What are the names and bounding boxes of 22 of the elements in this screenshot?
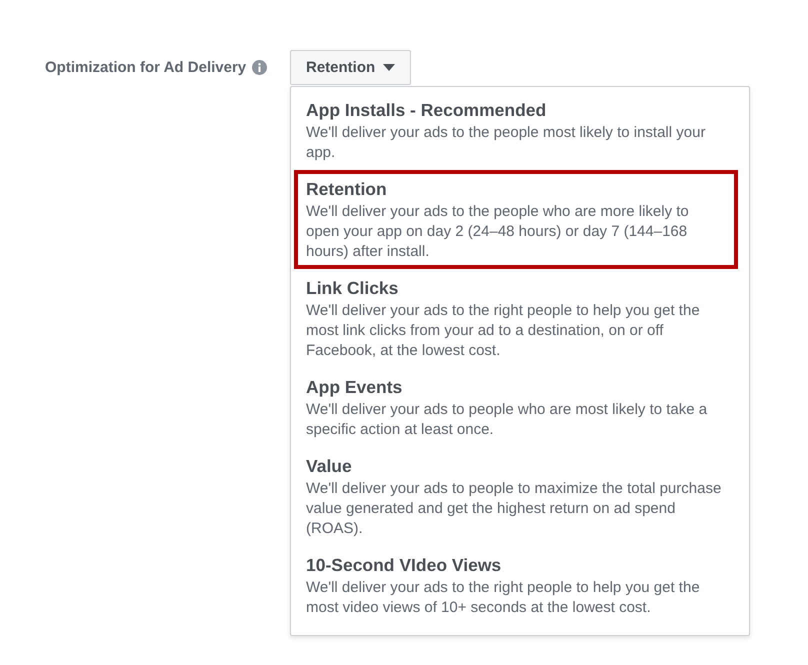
dropdown-option[interactable]: Value We'll deliver your ads to people to maximize the total purchase value generated and get the highest return on ad spend (ROAS). — [294, 447, 738, 546]
caret-icon — [383, 64, 396, 71]
dropdown-option[interactable]: App Events We'll deliver your ads to people who are most likely to take a specific action at least once. — [294, 368, 738, 447]
option-title: App Installs - Recommended — [306, 99, 548, 122]
dropdown-button[interactable]: Retention — [290, 50, 412, 85]
option-description: We'll deliver your ads to the right people to help you get the most video views of 10+ seconds at the lowest cost. — [306, 578, 701, 618]
option-title: 10-Second VIdeo Views — [306, 554, 502, 577]
option-title: Retention — [306, 178, 388, 201]
dropdown-option[interactable]: Retention We'll deliver your ads to the people who are more likely to open your app on day 2 (24–48 hours) or day 7 (144–168 hours) after install. — [294, 170, 738, 269]
dropdown-option[interactable]: 10-Second VIdeo Views We'll deliver your ads to the right people to help you get the most video views of 10+ seconds at the lowest cost. — [294, 546, 738, 625]
option-description: We'll deliver your ads to the people most likely to install your app. — [306, 123, 706, 163]
dropdown-option[interactable]: App Installs - Recommended We'll deliver your ads to the people most likely to install your app. — [294, 91, 738, 170]
info-icon[interactable] — [252, 60, 268, 75]
option-title: Value — [306, 455, 353, 478]
option-title: Link Clicks — [306, 277, 400, 300]
option-title: App Events — [306, 376, 404, 399]
option-description: We'll deliver your ads to people to maximize the total purchase value generated and get the highest return on ad spend (ROAS). — [306, 479, 722, 539]
option-description: We'll deliver your ads to the right people to help you get the most link clicks from your ad to a destination, on or off Facebook, at the lowest cost. — [306, 301, 701, 361]
dropdown-option[interactable]: Link Clicks We'll deliver your ads to the right people to help you get the most link clicks from your ad to a destination, on or off Facebook, at the lowest cost. — [294, 269, 738, 368]
option-description: We'll deliver your ads to the people who are more likely to open your app on day 2 (24–48 hours) or day 7 (144–168 hours) after install. — [306, 202, 690, 262]
option-description: We'll deliver your ads to people who are most likely to take a specific action at least once. — [306, 400, 708, 440]
field-label: Optimization for Ad Delivery — [45, 59, 246, 76]
